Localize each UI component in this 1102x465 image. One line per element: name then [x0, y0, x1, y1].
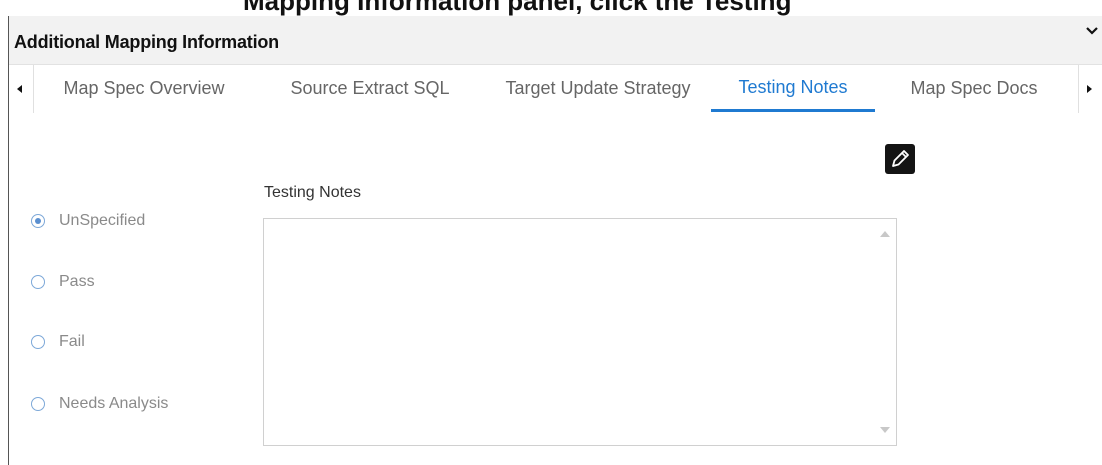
scroll-up-arrow-icon[interactable]: [880, 231, 890, 237]
radio-button[interactable]: [31, 275, 45, 289]
pencil-icon: [892, 150, 909, 167]
top-caption-text: Mapping Information panel, click the Tes…: [243, 0, 792, 16]
radio-button[interactable]: [31, 335, 45, 349]
textarea-scrollbar[interactable]: [874, 219, 896, 445]
tab-scroll-left-button[interactable]: [9, 65, 34, 113]
tab-source-extract-sql[interactable]: Source Extract SQL: [271, 65, 469, 111]
scroll-down-arrow-icon[interactable]: [880, 427, 890, 433]
testing-notes-textarea[interactable]: [264, 219, 870, 445]
radio-label-unspecified: UnSpecified: [59, 212, 146, 229]
pencil-edit-icon[interactable]: [885, 144, 915, 174]
caret-right-icon: [1087, 85, 1092, 93]
testing-notes-label: Testing Notes: [264, 184, 361, 201]
additional-mapping-panel: Additional Mapping Information Map Spec …: [8, 16, 1102, 465]
tab-bar: Map Spec Overview Source Extract SQL Tar…: [9, 65, 1102, 113]
radio-needs-analysis[interactable]: Needs Analysis: [31, 393, 168, 415]
radio-label-fail: Fail: [59, 333, 85, 350]
radio-button-checked[interactable]: [31, 214, 45, 228]
top-caption-strip: Mapping Information panel, click the Tes…: [0, 0, 1102, 16]
radio-fail[interactable]: Fail: [31, 331, 85, 353]
tab-testing-notes[interactable]: Testing Notes: [711, 65, 875, 112]
panel-header[interactable]: Additional Mapping Information: [9, 16, 1102, 65]
radio-label-needs-analysis: Needs Analysis: [59, 395, 169, 412]
radio-button[interactable]: [31, 397, 45, 411]
panel-title: Additional Mapping Information: [14, 32, 279, 52]
radio-pass[interactable]: Pass: [31, 271, 95, 293]
tab-target-update-strategy[interactable]: Target Update Strategy: [491, 65, 705, 111]
radio-unspecified[interactable]: UnSpecified: [31, 210, 145, 232]
radio-label-pass: Pass: [59, 273, 95, 290]
caret-left-icon: [17, 85, 22, 93]
chevron-down-icon[interactable]: [1085, 24, 1099, 38]
tab-map-spec-overview[interactable]: Map Spec Overview: [49, 65, 239, 111]
tab-map-spec-docs[interactable]: Map Spec Docs: [889, 65, 1059, 111]
tab-scroll-right-button[interactable]: [1078, 65, 1102, 113]
testing-notes-textarea-box: [263, 218, 897, 446]
